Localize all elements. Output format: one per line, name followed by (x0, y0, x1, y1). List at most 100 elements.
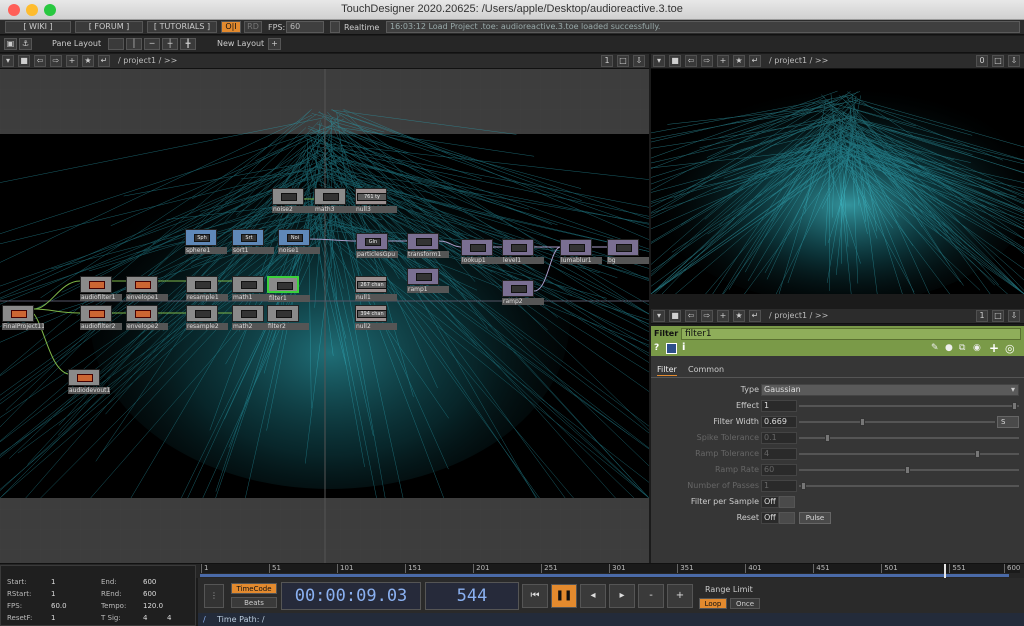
pane-menu-icon[interactable]: ▾ (653, 310, 665, 322)
home-icon[interactable]: + (717, 310, 729, 322)
param-slider[interactable] (799, 450, 1019, 458)
forum-button[interactable]: [ FORUM ] (75, 21, 143, 33)
info-icon[interactable]: i (682, 342, 685, 353)
decrement-button[interactable]: - (638, 584, 664, 608)
loop-button[interactable]: Loop (699, 598, 727, 609)
add-icon[interactable]: + (989, 341, 999, 355)
layout-single-icon[interactable] (108, 38, 124, 50)
node-transform1[interactable]: transform1 (407, 233, 449, 258)
param-slider[interactable] (799, 402, 1019, 410)
fps-stat-value[interactable]: 60.0 (51, 602, 67, 610)
forward-icon[interactable]: ⇨ (701, 310, 713, 322)
maximize-icon[interactable]: □ (992, 55, 1004, 67)
copy-icon[interactable]: ⧉ (959, 343, 965, 353)
pane-menu-icon[interactable]: ▾ (653, 55, 665, 67)
frame-display[interactable]: 544 (425, 582, 519, 610)
param-slider[interactable] (799, 466, 1019, 474)
pause-button[interactable]: ❚❚ (551, 584, 577, 608)
slider-knob[interactable] (904, 466, 910, 474)
tutorials-button[interactable]: [ TUTORIALS ] (147, 21, 217, 33)
oi-toggle[interactable]: O|I (221, 21, 241, 33)
slider-knob[interactable] (975, 450, 980, 458)
layout-split-horizontal-icon[interactable]: ─ (144, 38, 160, 50)
help-icon[interactable]: ? (654, 343, 659, 353)
node-math1[interactable]: math1 (232, 276, 274, 301)
node-level1[interactable]: level1 (502, 239, 544, 264)
node-resample1[interactable]: resample1 (186, 276, 228, 301)
node-sort1[interactable]: Srt sort1 (232, 229, 274, 254)
pane-menu-icon[interactable]: ▾ (2, 55, 14, 67)
back-icon[interactable]: ⇦ (685, 310, 697, 322)
maximize-icon[interactable]: □ (992, 310, 1004, 322)
node-audiodevout1[interactable]: audiodevout1 (68, 369, 110, 394)
edit-icon[interactable]: ✎ (931, 343, 939, 353)
param-value[interactable]: 1 (761, 400, 797, 412)
dropdown-arrow-icon[interactable]: ▾ (1011, 385, 1015, 394)
home-icon[interactable]: + (66, 55, 78, 67)
param-value[interactable]: Gaussian (761, 384, 1019, 396)
param-slider[interactable] (799, 434, 1019, 442)
toggle-switch[interactable] (779, 512, 795, 524)
comment-icon[interactable]: ● (945, 343, 953, 353)
python-icon[interactable]: ◉ (973, 343, 981, 353)
stop-icon[interactable]: ■ (669, 55, 681, 67)
node-null3[interactable]: 761 ty null3 (355, 188, 397, 213)
param-value[interactable]: 1 (761, 480, 797, 492)
python-help-icon[interactable] (666, 343, 677, 354)
forward-icon[interactable]: ⇨ (701, 55, 713, 67)
node-null1[interactable]: 267 chan null1 (355, 276, 397, 301)
node-envelope2[interactable]: envelope2 (126, 305, 168, 330)
param-value[interactable]: 4 (761, 448, 797, 460)
rewind-button[interactable]: ⏮ (522, 584, 548, 608)
rstart-value[interactable]: 1 (51, 590, 55, 598)
param-value[interactable]: Off (761, 496, 779, 508)
maximize-icon[interactable]: □ (617, 55, 629, 67)
param-value[interactable]: 60 (761, 464, 797, 476)
playhead[interactable] (944, 564, 946, 578)
slider-knob[interactable] (825, 434, 831, 442)
node-finalproject111[interactable]: FinalProject111 (2, 305, 44, 330)
beats-mode-button[interactable]: Beats (231, 597, 277, 608)
param-value[interactable]: 0.1 (761, 432, 797, 444)
once-button[interactable]: Once (730, 598, 760, 609)
node-resample2[interactable]: resample2 (186, 305, 228, 330)
layout-quad-icon[interactable]: ╋ (180, 38, 196, 50)
forward-icon[interactable]: ⇨ (50, 55, 62, 67)
node-noise1[interactable]: Noi noise1 (278, 229, 320, 254)
time-path[interactable]: Time Path: / (217, 615, 265, 624)
viewer-path[interactable]: / project1 / >> (769, 56, 828, 65)
wiki-button[interactable]: [ WIKI ] (5, 21, 71, 33)
split-icon[interactable]: ⇩ (633, 55, 645, 67)
node-filter1[interactable]: filter1 (267, 276, 310, 302)
param-slider[interactable] (799, 418, 995, 426)
slider-knob[interactable] (859, 418, 865, 426)
play-button[interactable]: ▸ (609, 584, 635, 608)
stop-icon[interactable]: ■ (18, 55, 30, 67)
star-icon[interactable]: ★ (82, 55, 94, 67)
node-math2[interactable]: math2 (232, 305, 274, 330)
back-icon[interactable]: ⇦ (685, 55, 697, 67)
node-particlesgpu[interactable]: Gln particlesGpu (356, 233, 398, 258)
node-filter2[interactable]: filter2 (267, 305, 309, 330)
slider-knob[interactable] (1012, 402, 1018, 410)
rend-value[interactable]: 600 (143, 590, 156, 598)
start-value[interactable]: 1 (51, 578, 55, 586)
home-icon[interactable]: + (717, 55, 729, 67)
end-value[interactable]: 600 (143, 578, 156, 586)
range-bar[interactable] (200, 574, 1009, 577)
back-icon[interactable]: ⇦ (34, 55, 46, 67)
render-viewer[interactable] (651, 69, 1024, 294)
tsig-value-1[interactable]: 4 (143, 614, 147, 622)
up-icon[interactable]: ↵ (749, 55, 761, 67)
layout-split-vertical-icon[interactable]: │ (126, 38, 142, 50)
resetf-value[interactable]: 1 (51, 614, 55, 622)
param-slider[interactable] (799, 482, 1019, 490)
tab-common[interactable]: Common (688, 365, 724, 374)
star-icon[interactable]: ★ (733, 55, 745, 67)
tempo-value[interactable]: 120.0 (143, 602, 163, 610)
op-name-field[interactable]: filter1 (681, 328, 1021, 340)
increment-button[interactable]: + (667, 584, 693, 608)
node-noise2[interactable]: noise2 (272, 188, 314, 213)
node-null2[interactable]: 394 chan null2 (355, 305, 397, 330)
desktop-icon[interactable]: ▣ (4, 38, 17, 50)
